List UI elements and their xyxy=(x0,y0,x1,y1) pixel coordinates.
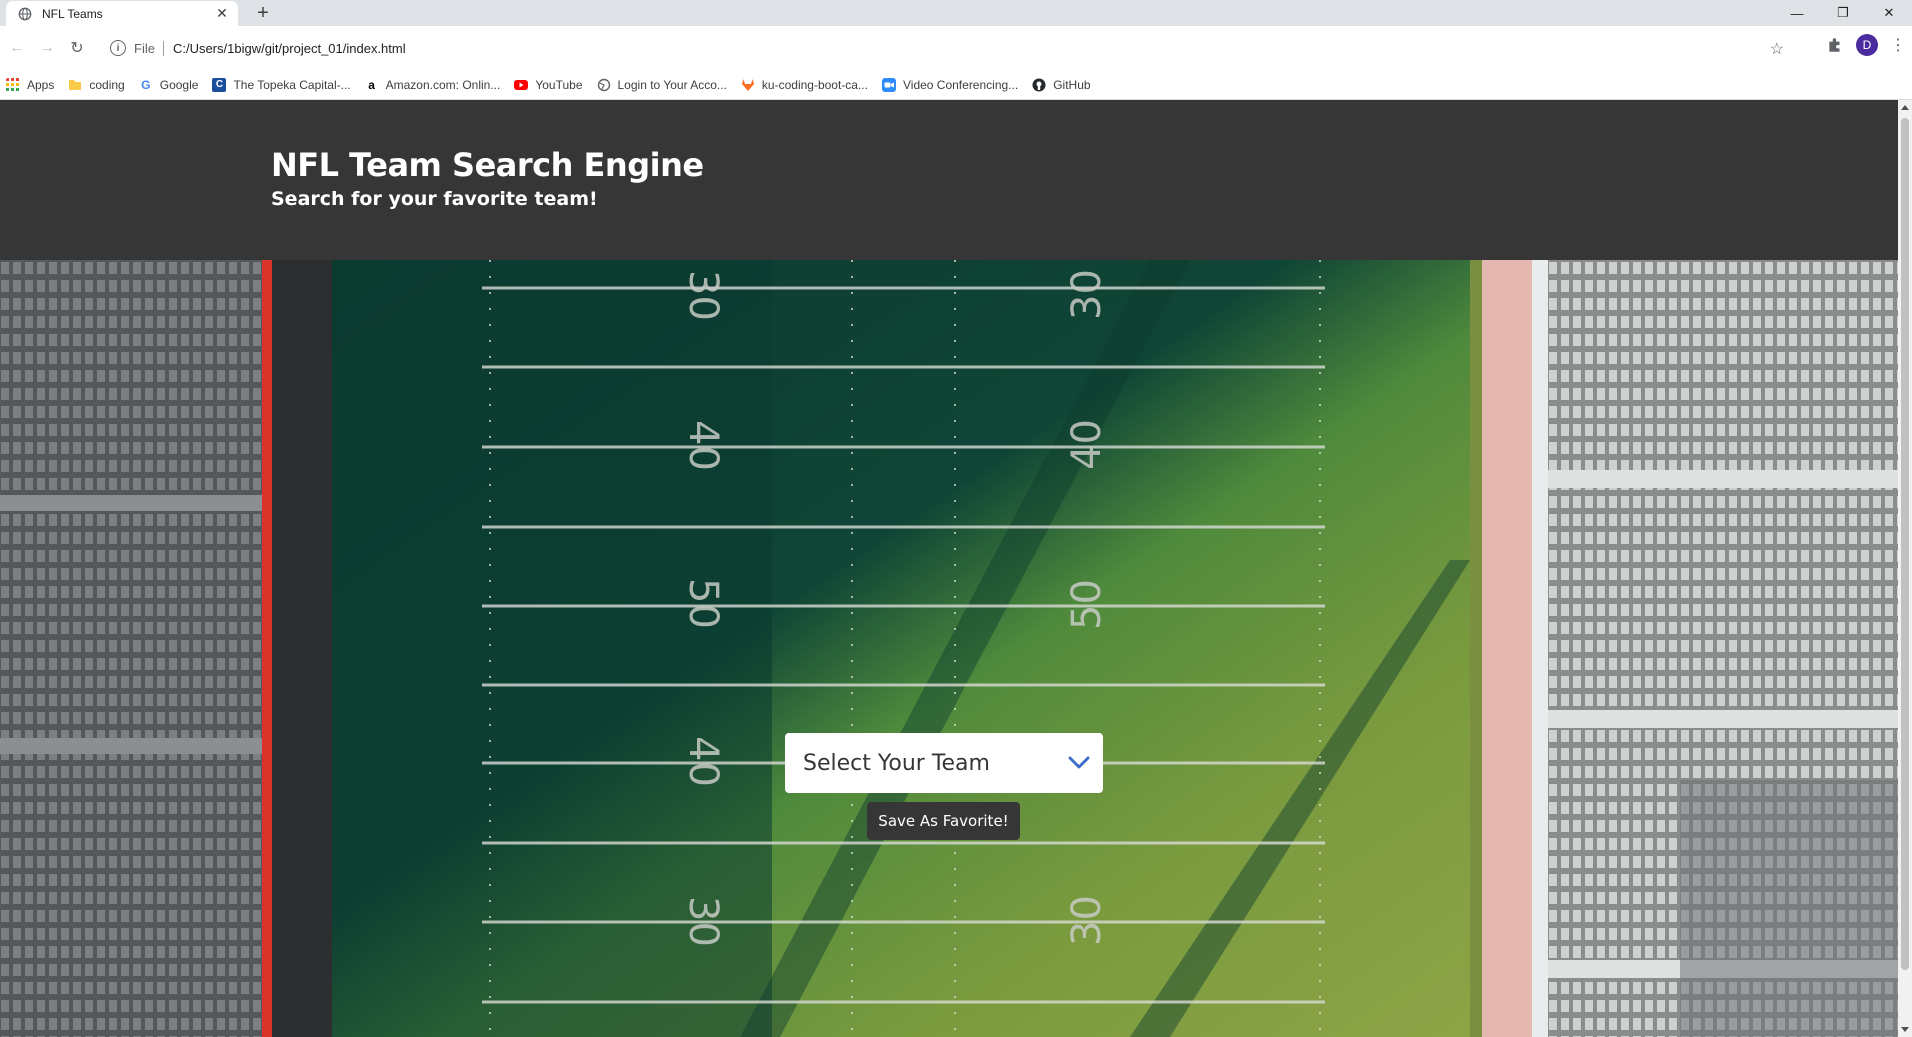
google-icon: G xyxy=(141,77,151,92)
browser-menu-icon[interactable]: ⋮ xyxy=(1890,35,1906,55)
youtube-icon xyxy=(514,79,529,90)
extensions-icon[interactable] xyxy=(1826,36,1844,54)
bookmark-label: Amazon.com: Onlin... xyxy=(385,77,501,92)
bookmarks-bar: Apps coding G Google C The Topeka Capita… xyxy=(0,70,1912,100)
bookmark-label: YouTube xyxy=(535,77,583,92)
bookmark-amazon[interactable]: a Amazon.com: Onlin... xyxy=(365,77,501,92)
svg-text:40: 40 xyxy=(1064,419,1110,470)
address-url[interactable]: C:/Users/1bigw/git/project_01/index.html xyxy=(173,41,406,56)
bookmark-github[interactable]: GitHub xyxy=(1032,77,1091,92)
bookmark-label: Apps xyxy=(27,77,55,92)
site-info-icon[interactable]: i xyxy=(110,40,126,56)
close-tab-icon[interactable]: ✕ xyxy=(214,5,230,22)
bookmark-coding[interactable]: coding xyxy=(68,77,125,92)
bookmark-label: Login to Your Acco... xyxy=(617,77,727,92)
football-field-image: 30 40 50 40 30 30 40 50 40 30 xyxy=(0,260,1898,1037)
browser-tab[interactable]: NFL Teams ✕ xyxy=(6,1,238,26)
bookmark-topeka[interactable]: C The Topeka Capital-... xyxy=(212,77,351,92)
svg-text:40: 40 xyxy=(680,736,726,787)
svg-text:40: 40 xyxy=(680,420,726,471)
folder-icon xyxy=(69,79,82,90)
hero-section: NFL Team Search Engine Search for your f… xyxy=(0,100,1898,260)
team-select-label: Select Your Team xyxy=(803,750,990,776)
globe-icon xyxy=(18,7,32,20)
restore-icon[interactable]: ❐ xyxy=(1820,0,1866,26)
svg-text:30: 30 xyxy=(680,270,726,321)
apps-grid-icon xyxy=(6,77,19,91)
globe-icon xyxy=(597,78,610,91)
svg-text:30: 30 xyxy=(1064,269,1110,320)
page-scrollbar[interactable] xyxy=(1898,100,1912,1037)
chevron-down-icon[interactable] xyxy=(1055,756,1103,770)
team-select[interactable]: Select Your Team xyxy=(785,733,1103,793)
bookmark-apps[interactable]: Apps xyxy=(6,77,55,92)
page-content: NFL Team Search Engine Search for your f… xyxy=(0,100,1898,1037)
bookmark-label: Video Conferencing... xyxy=(902,77,1019,92)
address-bar[interactable]: i File C:/Users/1bigw/git/project_01/ind… xyxy=(98,30,1792,66)
bookmark-label: Google xyxy=(159,77,199,92)
address-scheme: File xyxy=(134,40,164,56)
profile-avatar[interactable]: D xyxy=(1856,34,1878,56)
bookmark-label: ku-coding-boot-ca... xyxy=(761,77,868,92)
browser-toolbar: ← → ↻ i File C:/Users/1bigw/git/project_… xyxy=(0,26,1912,70)
svg-text:50: 50 xyxy=(680,578,726,629)
bookmark-label: coding xyxy=(89,77,125,92)
gitlab-icon xyxy=(741,78,754,91)
bookmark-label: The Topeka Capital-... xyxy=(233,77,351,92)
tab-title: NFL Teams xyxy=(42,6,103,21)
new-tab-icon[interactable]: + xyxy=(252,2,274,24)
bookmark-login[interactable]: Login to Your Acco... xyxy=(597,78,727,92)
window-controls: — ❐ ✕ xyxy=(1774,0,1912,26)
page-title: NFL Team Search Engine xyxy=(271,146,704,184)
bookmark-youtube[interactable]: YouTube xyxy=(514,77,583,92)
bookmark-ku-coding[interactable]: ku-coding-boot-ca... xyxy=(741,78,868,92)
svg-text:30: 30 xyxy=(1064,895,1110,946)
minimize-icon[interactable]: — xyxy=(1774,0,1820,26)
reload-icon[interactable]: ↻ xyxy=(64,35,90,61)
bookmark-label: GitHub xyxy=(1053,77,1091,92)
svg-text:50: 50 xyxy=(1064,579,1110,630)
page-subtitle: Search for your favorite team! xyxy=(271,188,598,210)
svg-text:30: 30 xyxy=(680,896,726,947)
amazon-icon: a xyxy=(368,77,375,92)
bookmark-google[interactable]: G Google xyxy=(139,77,199,92)
github-icon xyxy=(1032,78,1046,91)
scrollbar-thumb[interactable] xyxy=(1901,118,1909,970)
scroll-up-icon[interactable] xyxy=(1901,105,1909,110)
forward-icon[interactable]: → xyxy=(34,35,60,61)
zoom-icon xyxy=(881,77,896,92)
topeka-icon: C xyxy=(212,77,227,92)
save-favorite-button[interactable]: Save As Favorite! xyxy=(867,802,1020,840)
back-icon[interactable]: ← xyxy=(4,35,30,61)
window-close-icon[interactable]: ✕ xyxy=(1866,0,1912,26)
football-field-background: 30 40 50 40 30 30 40 50 40 30 Select You… xyxy=(0,260,1898,1037)
tab-strip: NFL Teams ✕ + — ❐ ✕ xyxy=(0,0,1912,26)
bookmark-video-conferencing[interactable]: Video Conferencing... xyxy=(881,77,1019,92)
bookmark-star-icon[interactable]: ☆ xyxy=(1770,39,1784,59)
scroll-down-icon[interactable] xyxy=(1901,1027,1909,1032)
